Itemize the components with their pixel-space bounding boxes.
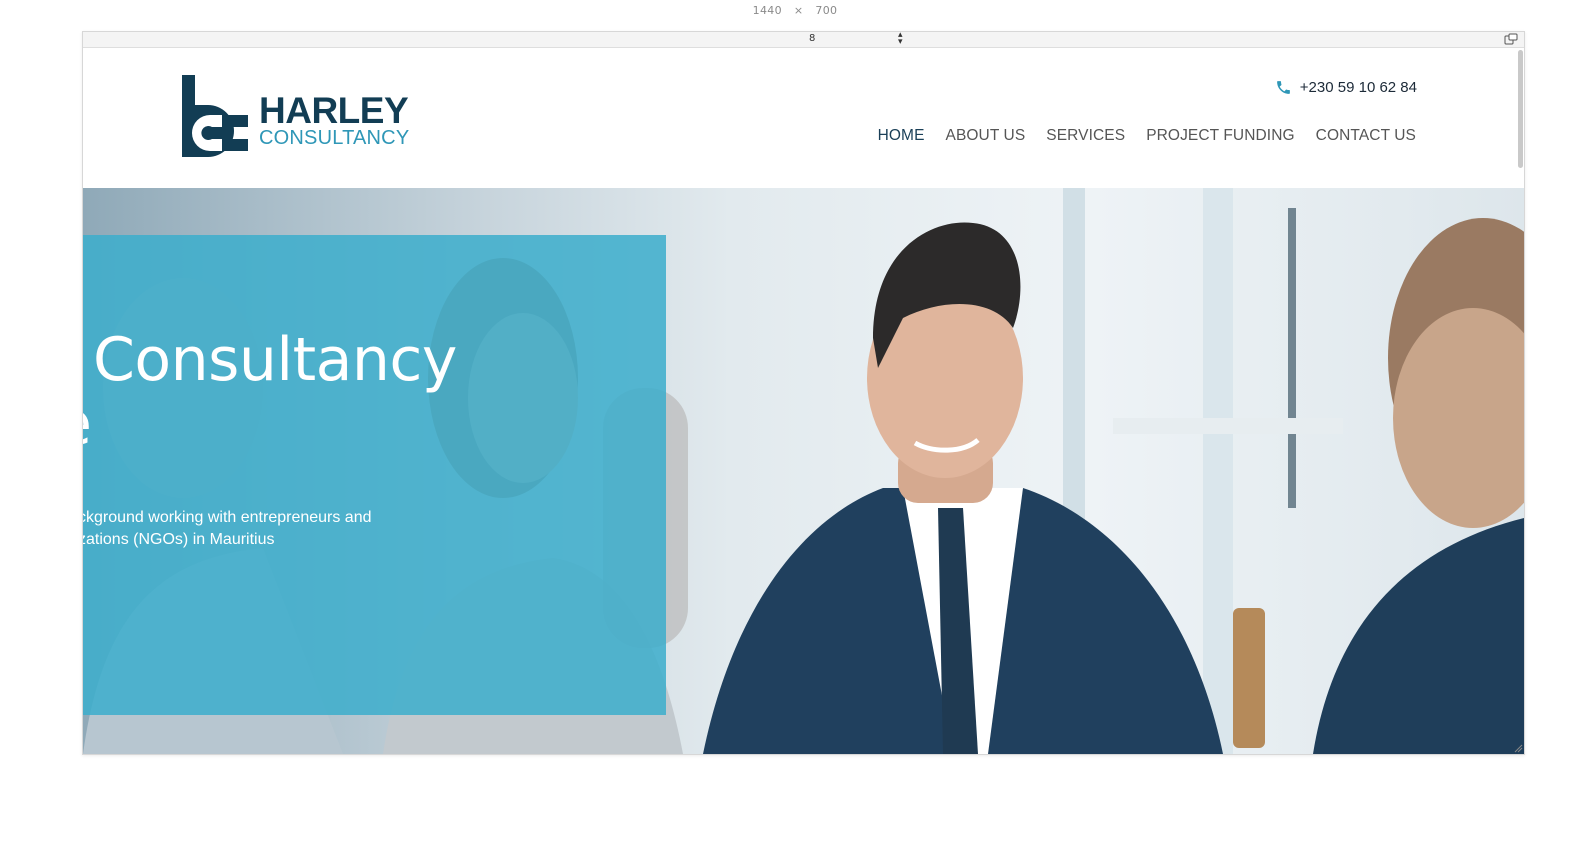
hero-title: Consultancy: [83, 327, 457, 393]
viewport-size-readout: 1440 × 700: [0, 4, 1590, 17]
main-nav: HOME ABOUT US SERVICES PROJECT FUNDING C…: [878, 127, 1416, 145]
nav-item-about-us[interactable]: ABOUT US: [946, 127, 1026, 145]
hero-title-line2: e: [83, 391, 92, 457]
page-scrollbar[interactable]: [1518, 50, 1523, 168]
hero-title-text: Consultancy: [93, 325, 457, 395]
nav-item-contact-us[interactable]: CONTACT US: [1316, 127, 1416, 145]
site-header: HARLEY CONSULTANCY +230 59 10 62 84 HOME…: [83, 48, 1524, 190]
harley-logo-mark[interactable]: [182, 75, 262, 167]
rotate-device-icon[interactable]: [1504, 33, 1518, 45]
viewport-width: 1440: [752, 4, 782, 17]
nav-item-services[interactable]: SERVICES: [1046, 127, 1125, 145]
hero-banner: Consultancy e ckground working with entr…: [83, 188, 1524, 754]
phone-contact[interactable]: +230 59 10 62 84: [1275, 79, 1417, 96]
viewport-separator: ×: [793, 4, 804, 17]
hero-text-panel: Consultancy e ckground working with entr…: [83, 235, 666, 715]
device-toolbar: 8 ▴ ▾: [83, 32, 1524, 48]
zoom-level[interactable]: 8: [809, 33, 815, 44]
zoom-stepper-icon[interactable]: ▴ ▾: [898, 32, 903, 47]
brand-tagline[interactable]: CONSULTANCY: [259, 128, 409, 148]
hero-subtitle-line1: ckground working with entrepreneurs and: [83, 509, 372, 526]
brand-name[interactable]: HARLEY: [259, 91, 409, 131]
resize-handle-icon[interactable]: [1513, 743, 1523, 753]
hero-subtitle: ckground working with entrepreneurs and …: [83, 507, 372, 551]
nav-item-home[interactable]: HOME: [878, 127, 925, 145]
hero-subtitle-line2: zations (NGOs) in Mauritius: [83, 531, 275, 548]
emulated-viewport: 8 ▴ ▾ HARLEY CONSULTANCY +230 59 10 62 84…: [82, 31, 1525, 755]
phone-number[interactable]: +230 59 10 62 84: [1300, 79, 1417, 96]
phone-icon: [1276, 81, 1290, 94]
nav-item-project-funding[interactable]: PROJECT FUNDING: [1146, 127, 1294, 145]
viewport-height: 700: [815, 4, 838, 17]
